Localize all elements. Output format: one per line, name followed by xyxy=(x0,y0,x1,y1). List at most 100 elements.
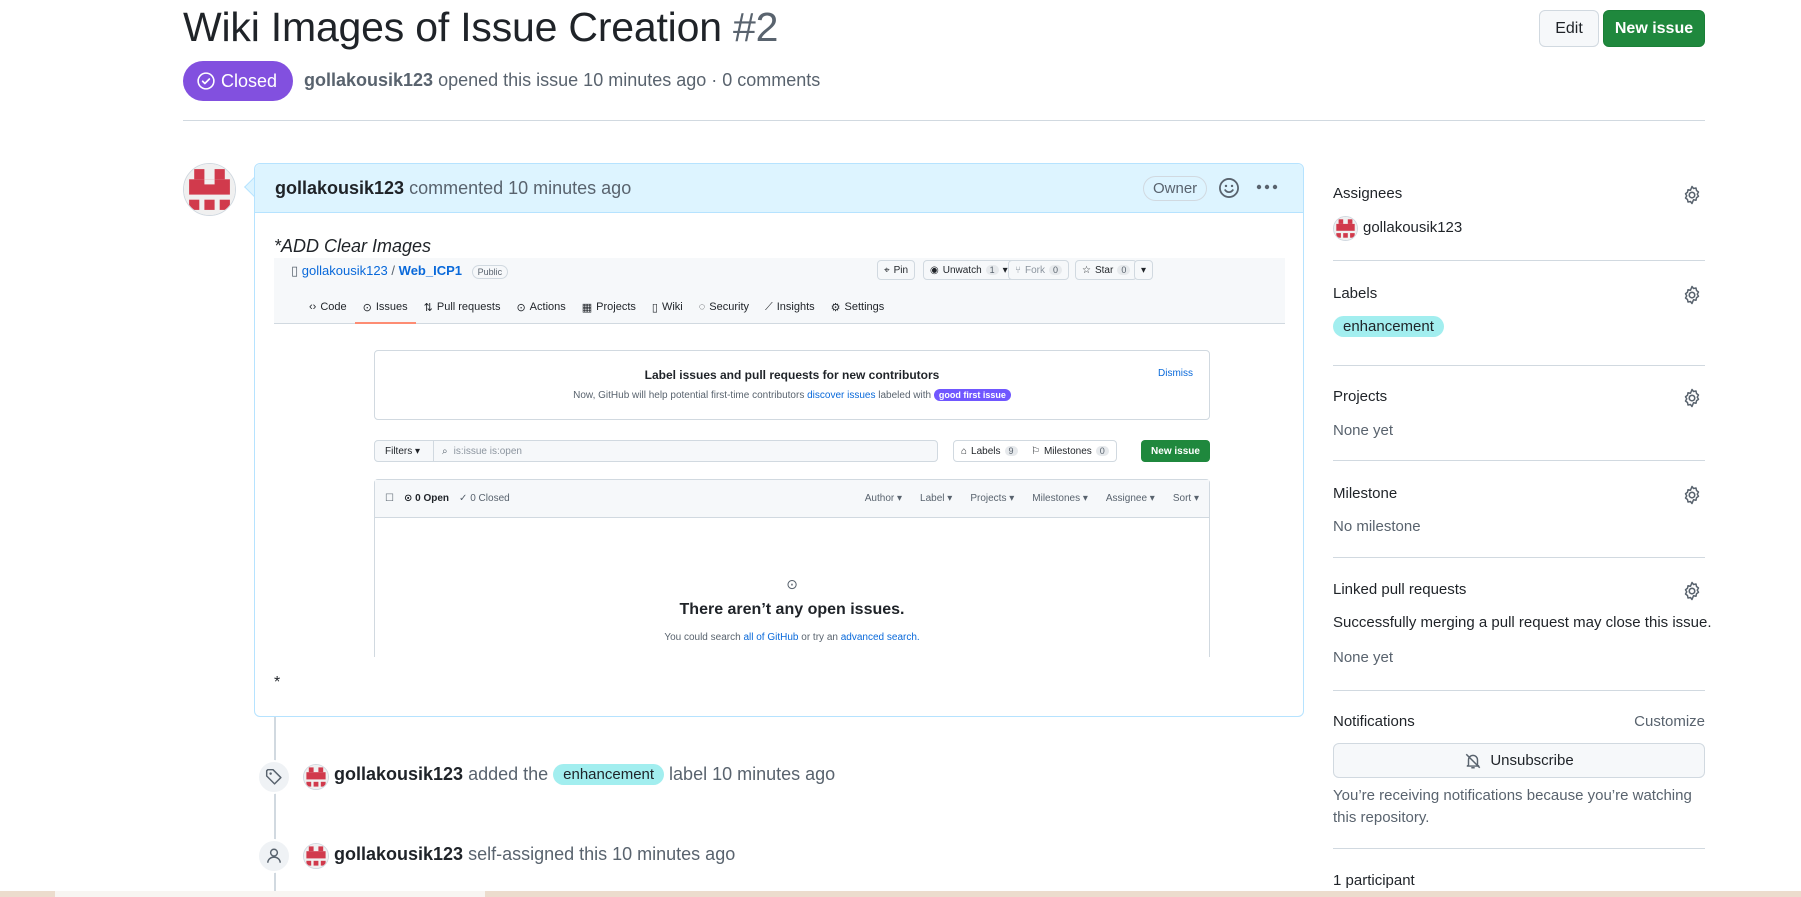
comment-header: gollakousik123 commented 10 minutes ago … xyxy=(255,164,1303,213)
shot-milestones-label: Milestones xyxy=(1043,445,1092,457)
sidebar-linked-prs: Linked pull requests Successfully mergin… xyxy=(1333,581,1712,671)
sidebar-divider xyxy=(1333,690,1705,691)
shot-filter-label: Sort xyxy=(1172,493,1192,504)
milestone-title[interactable]: Milestone xyxy=(1333,485,1397,502)
edit-button[interactable]: Edit xyxy=(1539,10,1599,47)
shot-empty-title: There aren’t any open issues. xyxy=(679,601,905,618)
participants-title: 1 participant xyxy=(1333,872,1415,889)
gear-icon[interactable] xyxy=(1682,581,1702,606)
git-pull-request-icon: ⇅ xyxy=(423,302,433,314)
timeline-text: added the xyxy=(468,764,549,784)
shot-filter-label: Milestones xyxy=(1032,493,1081,504)
timeline-author-link[interactable]: gollakousik123 xyxy=(334,844,463,865)
comment-body-title: *ADD Clear Images xyxy=(274,236,432,256)
shot-star-label: Star xyxy=(1094,264,1114,276)
timeline-author-link[interactable]: gollakousik123 xyxy=(334,764,463,785)
check-circle-icon xyxy=(197,72,215,90)
labels-title[interactable]: Labels xyxy=(1333,285,1377,302)
add-reaction-icon[interactable] xyxy=(1218,177,1240,204)
caret-down-icon: ▾ xyxy=(1002,264,1008,276)
kebab-horizontal-icon[interactable] xyxy=(1252,173,1282,201)
linked-prs-value: None yet xyxy=(1333,649,1394,666)
shot-fork-label: Fork xyxy=(1025,264,1045,276)
unsubscribe-button[interactable]: Unsubscribe xyxy=(1333,743,1705,778)
shot-star-count: 0 xyxy=(1117,265,1131,275)
gear-icon: ⚙ xyxy=(830,302,841,314)
shot-list-header: ☐ ⊙ 0 Open ✓ 0 Closed Author ▾ Label ▾ P… xyxy=(375,480,1209,518)
shot-tab-label: Issues xyxy=(375,301,408,313)
table-icon: ▦ xyxy=(581,302,593,314)
shot-tab-label: Wiki xyxy=(661,301,683,313)
sidebar-assignees: Assignees gollakousik123 xyxy=(1333,185,1705,245)
issue-opened-icon: ⊙ xyxy=(362,302,372,314)
timeline-text[interactable]: label 10 minutes ago xyxy=(669,764,835,785)
sidebar-divider xyxy=(1333,460,1705,461)
new-issue-button[interactable]: New issue xyxy=(1603,10,1705,47)
caret-down-icon: ▾ xyxy=(1141,264,1147,276)
enhancement-label[interactable]: enhancement xyxy=(553,764,665,785)
shot-filter-projects: Projects ▾ xyxy=(970,493,1015,504)
shot-filter-label: Assignee xyxy=(1105,493,1148,504)
shot-filter-label: Author xyxy=(864,493,895,504)
shot-filter-author: Author ▾ xyxy=(864,493,903,504)
identicon-icon xyxy=(184,164,235,215)
shot-labels-label: Labels xyxy=(971,445,1001,457)
graph-icon: ⟋ xyxy=(765,301,773,313)
shot-unwatch-count: 1 xyxy=(985,265,999,275)
checkbox-icon: ☐ xyxy=(385,493,394,504)
gear-icon[interactable] xyxy=(1682,485,1702,510)
comment-author-link[interactable]: gollakousik123 xyxy=(275,178,404,198)
issue-opened-icon: ⊙ xyxy=(403,493,413,504)
milestone-icon: ⚐ xyxy=(1031,445,1040,457)
shot-tab-label: Insights xyxy=(776,301,815,313)
comment-timestamp[interactable]: commented 10 minutes ago xyxy=(409,178,631,198)
issue-meta: gollakousik123 opened this issue 10 minu… xyxy=(304,70,820,91)
customize-link[interactable]: Customize xyxy=(1634,713,1705,730)
shot-tab-label: Code xyxy=(320,301,347,313)
issue-author-link[interactable]: gollakousik123 xyxy=(304,70,433,90)
shot-fork-button: ⑂ Fork 0 xyxy=(1008,260,1070,280)
timeline-avatar[interactable] xyxy=(303,764,329,790)
bottom-strip-segment xyxy=(55,891,485,897)
person-icon xyxy=(257,839,291,873)
embedded-screenshot[interactable]: ▯ gollakousik123 / Web_ICP1 Public ⌖ Pin … xyxy=(274,258,1285,657)
gear-icon[interactable] xyxy=(1682,388,1702,413)
shot-empty-text-1: You could search xyxy=(664,632,741,643)
search-icon: ⌕ xyxy=(442,445,448,457)
shot-star-button: ☆ Star 0 xyxy=(1075,260,1138,280)
assignee-name[interactable]: gollakousik123 xyxy=(1363,219,1462,236)
linked-prs-title[interactable]: Linked pull requests xyxy=(1333,581,1466,598)
sidebar-divider xyxy=(1333,365,1705,366)
shot-issue-list: ☐ ⊙ 0 Open ✓ 0 Closed Author ▾ Label ▾ P… xyxy=(374,479,1210,657)
shot-unwatch-label: Unwatch xyxy=(942,264,982,276)
timeline-text: self-assigned this 10 minutes ago xyxy=(468,844,736,864)
gear-icon[interactable] xyxy=(1682,185,1702,210)
timeline-avatar[interactable] xyxy=(303,843,329,869)
identicon-icon xyxy=(1334,217,1357,240)
shot-milestones-count: 0 xyxy=(1095,446,1109,456)
gear-icon[interactable] xyxy=(1682,285,1702,310)
issue-number: #2 xyxy=(733,4,779,50)
shot-banner-link: discover issues xyxy=(807,390,876,401)
sidebar-enhancement-label[interactable]: enhancement xyxy=(1333,316,1444,337)
shot-tab-pull-requests: ⇅ Pull requests xyxy=(416,301,509,324)
projects-title[interactable]: Projects xyxy=(1333,388,1387,405)
assignee-avatar[interactable] xyxy=(1333,216,1358,241)
shot-closed-label: 0 Closed xyxy=(470,493,510,504)
shot-good-first-issue-label: good first issue xyxy=(933,389,1011,401)
shot-tab-wiki: ▯ Wiki xyxy=(644,301,691,324)
shot-labels-button: ⌂ Labels 9 xyxy=(953,440,1026,462)
shot-search-input: ⌕ is:issue is:open xyxy=(433,440,938,462)
shot-tab-insights: ⟋ Insights xyxy=(757,301,823,324)
shot-tab-label: Pull requests xyxy=(436,301,501,313)
issue-opened-icon: ⊙ xyxy=(786,576,798,592)
shot-filter-label: Label xyxy=(920,493,945,504)
shot-repo-tabs: ‹› Code ⊙ Issues ⇅ Pull requests ⊙ Actions ▦… xyxy=(301,301,892,324)
comment-author-line: gollakousik123 commented 10 minutes ago xyxy=(275,178,631,199)
star-icon: ☆ xyxy=(1082,264,1091,276)
shot-list-filters: Author ▾ Label ▾ Projects ▾ Milestones ▾… xyxy=(865,493,1199,504)
notification-reason: You’re receiving notifications because y… xyxy=(1333,787,1692,826)
assignees-title[interactable]: Assignees xyxy=(1333,185,1402,202)
shot-tab-security: ◌ Security xyxy=(691,301,757,324)
comment-author-avatar[interactable] xyxy=(183,163,236,216)
